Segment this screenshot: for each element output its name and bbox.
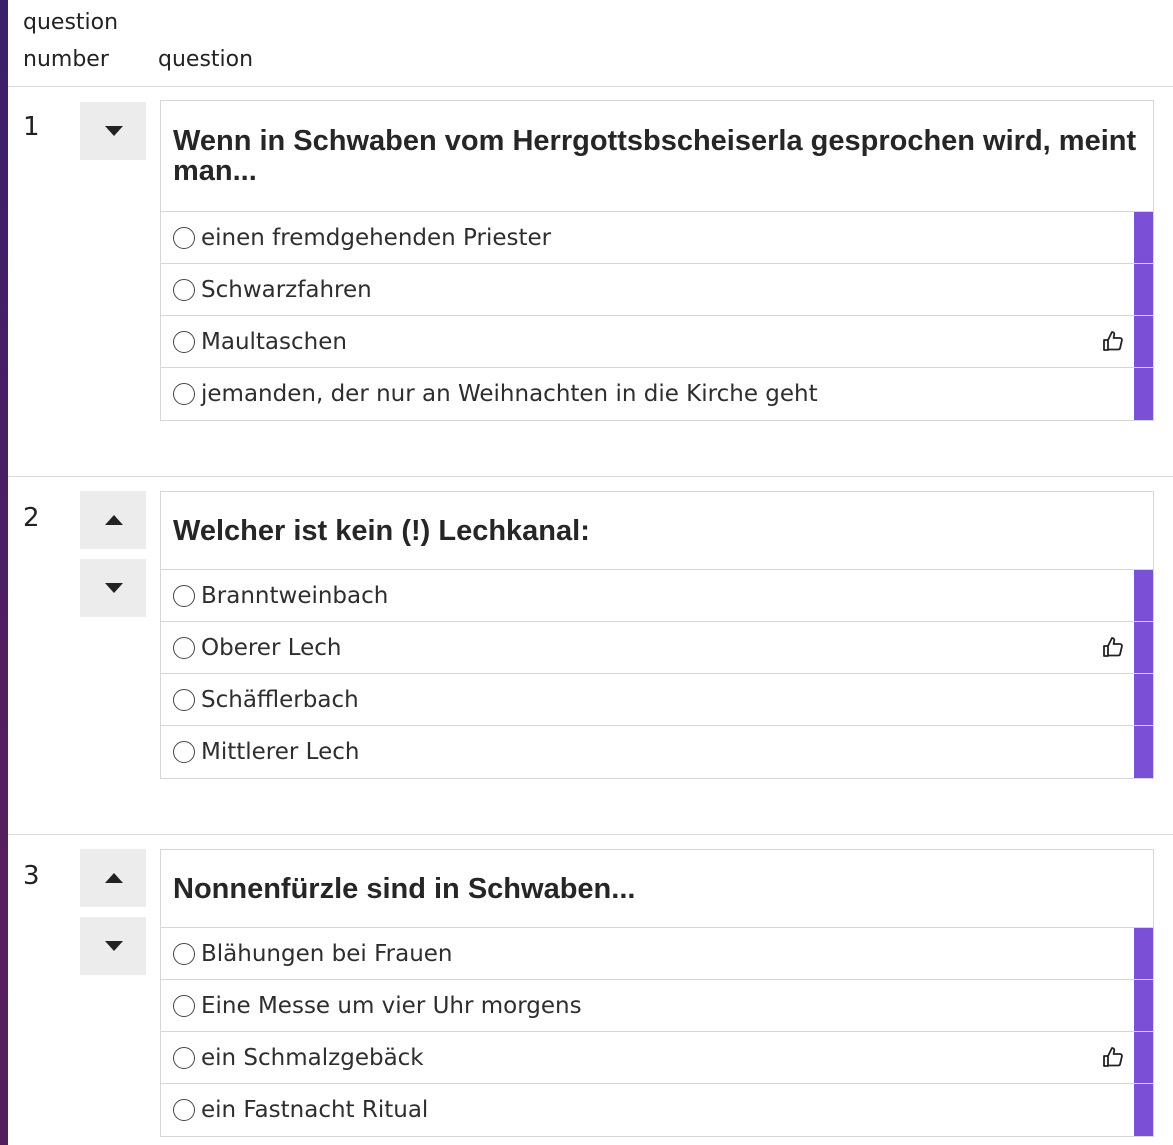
option-label: Mittlerer Lech (201, 739, 360, 765)
option-label: ein Schmalzgebäck (201, 1044, 424, 1071)
triangle-up-icon (105, 515, 123, 525)
option-label: Schwarzfahren (201, 276, 372, 303)
option-color-bar (1134, 264, 1153, 315)
option-item[interactable]: Oberer Lech (161, 622, 1153, 674)
row-divider (8, 476, 1173, 477)
triangle-up-icon (105, 873, 123, 883)
option-item[interactable]: Schwarzfahren (161, 264, 1153, 316)
option-label: ein Fastnacht Ritual (201, 1097, 429, 1123)
question-text: Wenn in Schwaben vom Herrgottsbscheiserl… (161, 101, 1153, 212)
option-item[interactable]: Branntweinbach (161, 570, 1153, 622)
radio-circle-icon[interactable] (173, 741, 195, 763)
thumbs-up-icon (1103, 1047, 1123, 1067)
row-divider (8, 834, 1173, 835)
option-color-bar (1134, 928, 1153, 979)
option-list: Branntweinbach Oberer Lech Schäfflerbach (161, 570, 1153, 778)
option-item[interactable]: ein Fastnacht Ritual (161, 1084, 1153, 1136)
option-label: Branntweinbach (201, 582, 389, 609)
option-item[interactable]: Blähungen bei Frauen (161, 928, 1153, 980)
option-label: einen fremdgehenden Priester (201, 224, 552, 251)
radio-circle-icon[interactable] (173, 584, 195, 607)
option-item[interactable]: Maultaschen (161, 316, 1153, 368)
move-down-button[interactable] (80, 917, 146, 975)
radio-circle-icon[interactable] (173, 1099, 195, 1121)
option-color-bar (1134, 622, 1153, 673)
header-question-number: question number (23, 4, 118, 78)
header-question-number-line1: question (23, 10, 119, 35)
header-question: question (158, 47, 254, 72)
move-down-button[interactable] (80, 559, 146, 617)
question-card: Nonnenfürzle sind in Schwaben... Blähung… (160, 849, 1154, 1137)
question-number: 1 (23, 112, 40, 142)
option-item[interactable]: ein Schmalzgebäck (161, 1032, 1153, 1084)
question-number: 2 (23, 503, 40, 533)
option-label: Oberer Lech (201, 634, 342, 661)
radio-circle-icon[interactable] (173, 330, 195, 353)
option-label: Eine Messe um vier Uhr morgens (201, 992, 582, 1019)
option-color-bar (1134, 368, 1153, 420)
option-color-bar (1134, 212, 1153, 263)
move-up-button[interactable] (80, 491, 146, 549)
radio-circle-icon[interactable] (173, 942, 195, 965)
radio-circle-icon[interactable] (173, 994, 195, 1017)
radio-circle-icon[interactable] (173, 688, 195, 711)
option-color-bar (1134, 674, 1153, 725)
option-color-bar (1134, 1084, 1153, 1136)
radio-circle-icon[interactable] (173, 226, 195, 249)
radio-circle-icon[interactable] (173, 383, 195, 405)
question-list: question number question 1 Wenn in Schwa… (8, 0, 1173, 1145)
option-list: Blähungen bei Frauen Eine Messe um vier … (161, 928, 1153, 1136)
option-item[interactable]: Eine Messe um vier Uhr morgens (161, 980, 1153, 1032)
question-number: 3 (23, 861, 40, 891)
option-label: Blähungen bei Frauen (201, 940, 453, 967)
question-row-2: 2 Welcher ist kein (!) Lechkanal: Brannt… (8, 491, 1173, 781)
option-color-bar (1134, 726, 1153, 778)
radio-circle-icon[interactable] (173, 636, 195, 659)
option-label: Schäfflerbach (201, 686, 359, 713)
option-label: Maultaschen (201, 328, 347, 355)
thumbs-up-icon (1103, 637, 1123, 657)
question-card: Welcher ist kein (!) Lechkanal: Branntwe… (160, 491, 1154, 779)
question-text: Welcher ist kein (!) Lechkanal: (161, 492, 1153, 570)
option-list: einen fremdgehenden Priester Schwarzfahr… (161, 212, 1153, 420)
triangle-down-icon (105, 583, 123, 593)
question-card: Wenn in Schwaben vom Herrgottsbscheiserl… (160, 100, 1154, 421)
header-question-number-line2: number (23, 47, 109, 72)
triangle-down-icon (105, 126, 123, 136)
thumbs-up-icon (1103, 331, 1123, 351)
question-row-1: 1 Wenn in Schwaben vom Herrgottsbscheise… (8, 100, 1173, 473)
option-label: jemanden, der nur an Weihnachten in die … (201, 381, 818, 407)
option-color-bar (1134, 980, 1153, 1031)
move-down-button[interactable] (80, 102, 146, 160)
move-up-button[interactable] (80, 849, 146, 907)
option-item[interactable]: einen fremdgehenden Priester (161, 212, 1153, 264)
radio-circle-icon[interactable] (173, 278, 195, 301)
option-color-bar (1134, 316, 1153, 367)
option-color-bar (1134, 570, 1153, 621)
table-header: question number question (8, 0, 1173, 87)
radio-circle-icon[interactable] (173, 1046, 195, 1069)
question-row-3: 3 Nonnenfürzle sind in Schwaben... Blähu… (8, 849, 1173, 1139)
option-color-bar (1134, 1032, 1153, 1083)
triangle-down-icon (105, 941, 123, 951)
option-item[interactable]: Schäfflerbach (161, 674, 1153, 726)
option-item[interactable]: Mittlerer Lech (161, 726, 1153, 778)
option-item[interactable]: jemanden, der nur an Weihnachten in die … (161, 368, 1153, 420)
question-text: Nonnenfürzle sind in Schwaben... (161, 850, 1153, 928)
